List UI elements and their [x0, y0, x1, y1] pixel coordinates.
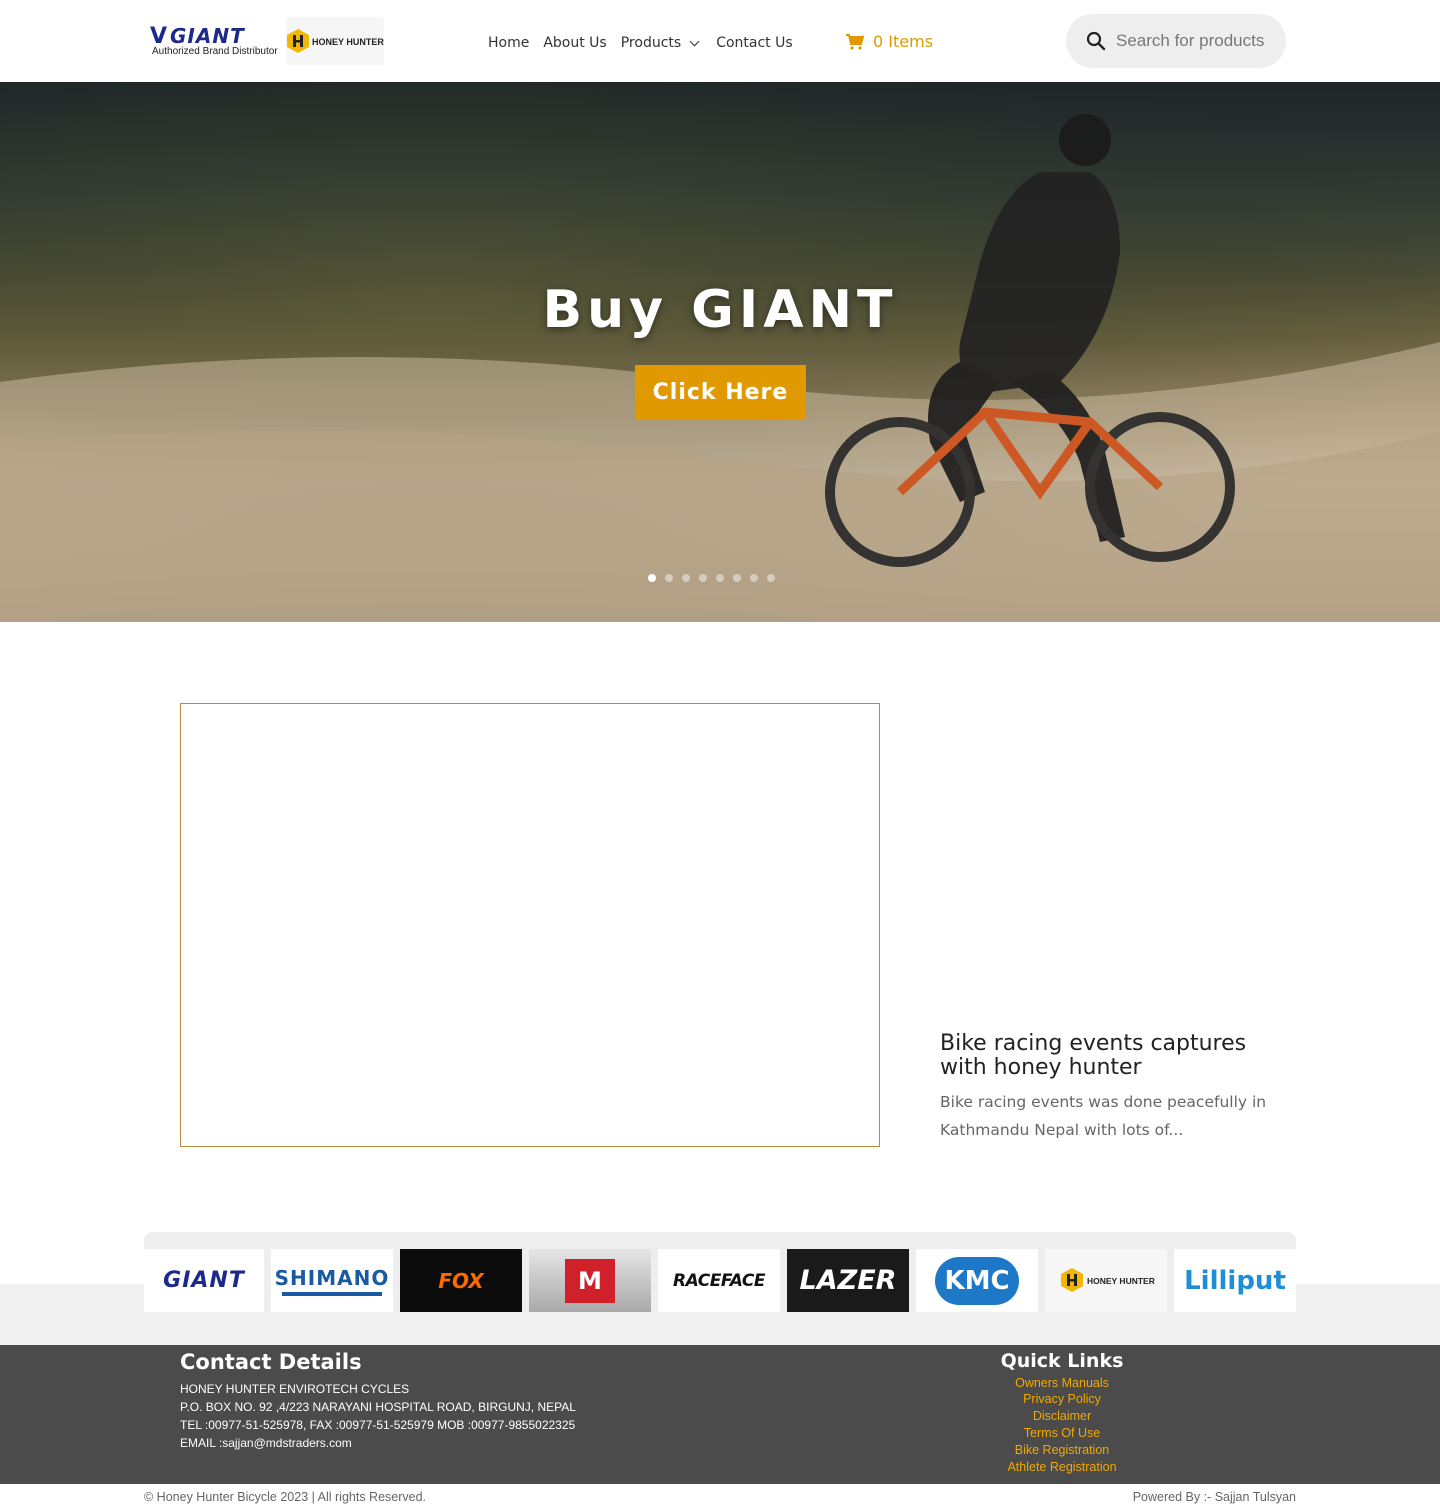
brand-kmc-logo[interactable]: KMC: [916, 1249, 1038, 1312]
chevron-down-icon: [689, 36, 700, 46]
quick-link-privacy-policy[interactable]: Privacy Policy: [942, 1392, 1182, 1406]
post-title[interactable]: Bike racing events captures with honey h…: [940, 1032, 1280, 1080]
slider-dot[interactable]: [733, 574, 741, 582]
quick-links-heading: Quick Links: [1000, 1350, 1124, 1372]
brand-raceface-logo[interactable]: RACEFACE: [658, 1249, 780, 1312]
post-excerpt: Bike racing events was done peacefully i…: [940, 1093, 1267, 1139]
quick-link-athlete-registration[interactable]: Athlete Registration: [942, 1460, 1182, 1474]
video-embed[interactable]: [180, 703, 880, 1147]
nav-products[interactable]: Products: [621, 35, 702, 51]
contact-heading: Contact Details: [180, 1350, 362, 1374]
brand-lilliput-text: Lilliput: [1184, 1265, 1286, 1296]
giant-logo-text: GIANT: [170, 24, 245, 48]
brand-honey-hunter-text: HONEY HUNTER: [1087, 1276, 1155, 1286]
quick-link-bike-registration[interactable]: Bike Registration: [942, 1443, 1182, 1457]
cart-count-label: 0 Items: [873, 32, 934, 51]
brand-lazer-text: LAZER: [799, 1265, 897, 1296]
product-search: [1066, 14, 1286, 68]
brand-kmc-text: KMC: [935, 1256, 1019, 1305]
honey-hunter-hex-icon: [287, 29, 309, 53]
nav-about-label: About Us: [543, 35, 607, 51]
slider-dot[interactable]: [716, 574, 724, 582]
site-header: V GIANT Authorized Brand Distributor HON…: [0, 0, 1440, 82]
brand-giant-text: GIANT: [163, 1268, 245, 1293]
search-input[interactable]: [1116, 31, 1266, 51]
hero-cta-button[interactable]: Click Here: [635, 365, 806, 419]
nav-contact-label: Contact Us: [716, 35, 793, 51]
nav-products-label: Products: [620, 35, 682, 51]
cart-icon: [846, 33, 864, 50]
nav-home[interactable]: Home: [488, 35, 529, 51]
contact-email[interactable]: EMAIL :sajjan@mdstraders.com: [180, 1436, 352, 1450]
honey-hunter-logo-text: HONEY HUNTER: [312, 37, 384, 47]
brand-raceface-text: RACEFACE: [673, 1270, 765, 1291]
slider-dot[interactable]: [665, 574, 673, 582]
main-nav: Home About Us Products Contact Us: [488, 35, 793, 51]
giant-logo[interactable]: V GIANT Authorized Brand Distributor: [150, 22, 278, 60]
hero-slider: Buy GIANT Click Here: [0, 82, 1440, 622]
brand-shimano-text: SHIMANO: [274, 1265, 390, 1290]
honey-hunter-logo[interactable]: HONEY HUNTER: [286, 17, 384, 65]
slider-dot[interactable]: [648, 574, 656, 582]
nav-about-us[interactable]: About Us: [543, 35, 606, 51]
nav-home-label: Home: [488, 35, 530, 51]
brand-honey-hunter-logo[interactable]: HONEY HUNTER: [1045, 1249, 1167, 1312]
quick-link-owners-manuals[interactable]: Owners Manuals: [942, 1376, 1182, 1390]
slider-dot[interactable]: [767, 574, 775, 582]
slider-dot[interactable]: [699, 574, 707, 582]
brand-giant-logo[interactable]: GIANT: [144, 1249, 264, 1312]
slider-dot[interactable]: [750, 574, 758, 582]
brand-lilliput-logo[interactable]: Lilliput: [1174, 1249, 1296, 1312]
hero-title: Buy GIANT: [542, 280, 898, 340]
shimano-underline: [282, 1291, 382, 1296]
brand-fox-logo[interactable]: FOX: [400, 1249, 522, 1312]
brand-marzocchi-mark: M: [565, 1258, 615, 1303]
giant-logo-subtitle: Authorized Brand Distributor: [152, 46, 278, 57]
brand-lazer-logo[interactable]: LAZER: [787, 1249, 909, 1312]
hero-background-image: [0, 82, 1440, 622]
cart-link[interactable]: 0 Items: [846, 32, 933, 51]
brand-shimano-logo[interactable]: SHIMANO: [271, 1249, 393, 1312]
slider-dot[interactable]: [682, 574, 690, 582]
slider-pagination: [648, 574, 775, 582]
brand-marzocchi-logo[interactable]: M: [529, 1249, 651, 1312]
honey-hunter-hex-icon: [1061, 1268, 1083, 1292]
copyright-text: © Honey Hunter Bicycle 2023 | All rights…: [144, 1490, 427, 1504]
brand-fox-text: FOX: [438, 1268, 484, 1293]
contact-address: P.O. BOX NO. 92 ,4/223 NARAYANI HOSPITAL…: [180, 1400, 576, 1414]
search-icon[interactable]: [1086, 31, 1106, 51]
nav-contact-us[interactable]: Contact Us: [716, 35, 792, 51]
contact-company: HONEY HUNTER ENVIROTECH CYCLES: [180, 1382, 410, 1396]
quick-link-disclaimer[interactable]: Disclaimer: [942, 1409, 1182, 1423]
powered-by-text: Powered By :- Sajjan Tulsyan: [1132, 1490, 1296, 1504]
contact-phone: TEL :00977-51-525978, FAX :00977-51-5259…: [180, 1418, 576, 1432]
quick-link-terms-of-use[interactable]: Terms Of Use: [942, 1426, 1182, 1440]
